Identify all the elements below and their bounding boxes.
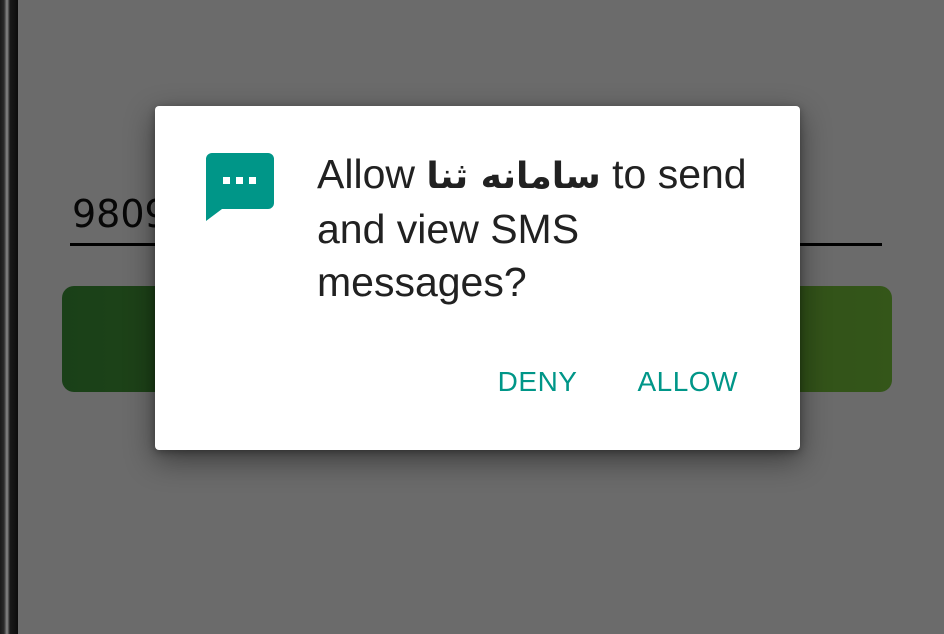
- message-prefix: Allow: [317, 151, 427, 197]
- app-name: سامانه ثنا: [426, 156, 601, 197]
- deny-button[interactable]: DENY: [498, 362, 578, 402]
- permission-dialog: Allow سامانه ثنا to send and view SMS me…: [155, 106, 800, 450]
- permission-message: Allow سامانه ثنا to send and view SMS me…: [317, 148, 777, 309]
- dialog-actions: DENY ALLOW: [498, 362, 738, 402]
- device-edge: [0, 0, 18, 634]
- sms-message-icon: [206, 153, 274, 221]
- screen: 9809 Allow سامانه ثنا to send and view S…: [0, 0, 944, 634]
- allow-button[interactable]: ALLOW: [637, 362, 738, 402]
